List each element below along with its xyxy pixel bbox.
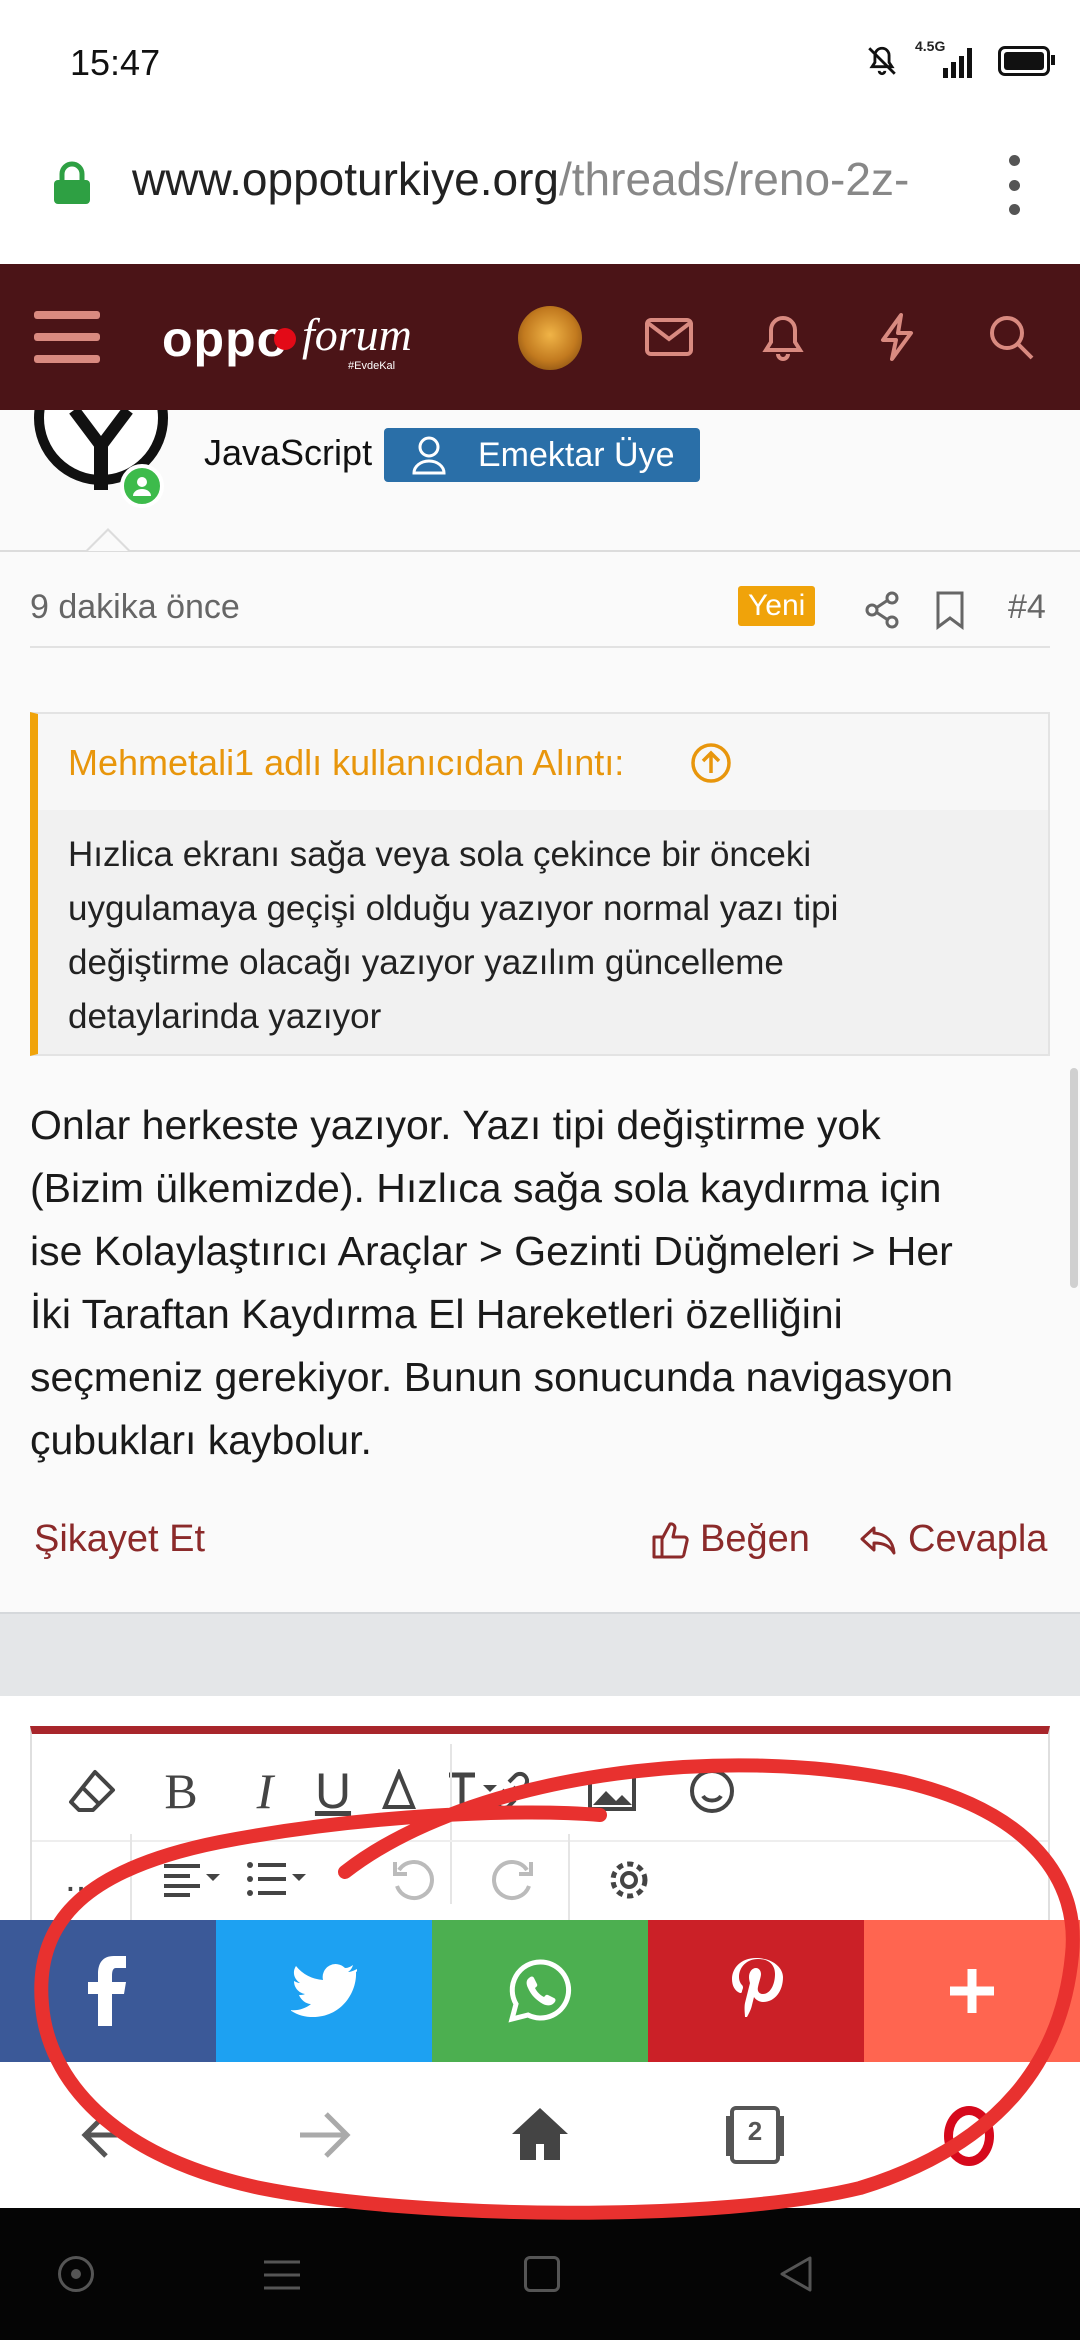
inbox-icon[interactable]	[634, 302, 704, 372]
bold-button[interactable]: B	[146, 1756, 216, 1826]
logo-text: oppo	[162, 311, 289, 367]
post-time[interactable]: 9 dakika önce	[30, 588, 240, 627]
underline-button[interactable]: U	[298, 1756, 368, 1826]
quote-author[interactable]: Mehmetali1 adlı kullanıcıdan Alıntı:	[68, 742, 624, 784]
role-badge-label: Emektar Üye	[478, 435, 675, 474]
battery-icon	[998, 46, 1055, 76]
arrow-up-circle-icon[interactable]	[690, 742, 732, 784]
report-button[interactable]: Şikayet Et	[34, 1518, 205, 1561]
home-icon[interactable]	[510, 2106, 570, 2162]
back-triangle-icon[interactable]	[776, 2254, 816, 2294]
like-button[interactable]: Beğen	[650, 1518, 810, 1561]
eraser-icon[interactable]	[52, 1756, 132, 1826]
quote-line: uygulamaya geçişi olduğu yazıyor normal …	[68, 889, 839, 928]
redo-icon[interactable]	[478, 1850, 548, 1910]
body-line: Onlar herkeste yazıyor. Yazı tipi değişt…	[30, 1102, 881, 1148]
quote-line: değiştirme olacağı yazıyor yazılım günce…	[68, 943, 784, 982]
list-icon[interactable]	[238, 1850, 318, 1910]
forum-header: oppo forum #EvdeKal	[0, 264, 1080, 410]
section-separator	[0, 1612, 1080, 1698]
browser-nav-bar: 2	[0, 2062, 1080, 2208]
italic-button[interactable]: I	[230, 1756, 300, 1826]
body-line: çubukları kaybolur.	[30, 1417, 372, 1463]
like-label: Beğen	[700, 1518, 810, 1560]
share-icon[interactable]	[862, 590, 902, 630]
quote-text: Hızlica ekranı sağa veya sola çekince bi…	[68, 828, 838, 1044]
post-number[interactable]: #4	[1008, 588, 1046, 627]
lock-icon	[54, 161, 90, 204]
user-avatar[interactable]	[518, 306, 582, 370]
whatsapp-icon	[508, 1959, 572, 2023]
logo-script: forum	[302, 309, 412, 360]
quote-header: Mehmetali1 adlı kullanıcıdan Alıntı:	[38, 714, 1048, 810]
reply-icon	[860, 1526, 896, 1554]
opera-menu-icon[interactable]	[944, 2106, 994, 2166]
share-whatsapp-button[interactable]	[432, 1920, 648, 2062]
menu-lines-icon[interactable]	[262, 2258, 302, 2292]
tabs-button[interactable]: 2	[720, 2104, 790, 2166]
undo-icon[interactable]	[378, 1850, 448, 1910]
body-line: (Bizim ülkemizde). Hızlıca sağa sola kay…	[30, 1165, 942, 1211]
assistant-circle-icon[interactable]	[58, 2256, 94, 2292]
clock: 15:47	[70, 42, 161, 83]
bell-icon[interactable]	[748, 302, 818, 372]
reply-label: Cevapla	[908, 1518, 1048, 1560]
link-icon[interactable]	[472, 1756, 552, 1826]
online-status-icon	[120, 464, 164, 508]
post-body: Onlar herkeste yazıyor. Yazı tipi değişt…	[30, 1094, 1060, 1472]
body-line: İki Taraftan Kaydırma El Hareketleri öze…	[30, 1291, 843, 1337]
share-bar	[0, 1920, 1080, 2062]
forward-arrow-icon[interactable]	[296, 2110, 352, 2160]
share-facebook-button[interactable]	[0, 1920, 216, 2062]
twitter-icon	[291, 1964, 357, 2017]
emoji-icon[interactable]	[672, 1756, 752, 1826]
url-text[interactable]: www.oppoturkiye.org/threads/reno-2z-	[132, 152, 962, 206]
hamburger-menu-icon[interactable]	[32, 302, 102, 372]
user-icon	[412, 436, 446, 475]
scrollbar[interactable]	[1070, 1068, 1078, 1288]
back-arrow-icon[interactable]	[80, 2110, 136, 2160]
more-options-button[interactable]: ...	[36, 1846, 126, 1912]
browser-menu-icon[interactable]	[1004, 155, 1024, 215]
tab-count: 2	[747, 2116, 763, 2146]
signal-icon: 4.5G	[915, 38, 972, 78]
post-meta: 9 dakika önce Yeni #4	[30, 550, 1050, 648]
network-type: 4.5G	[915, 38, 946, 54]
body-line: seçmeniz gerekiyor. Bunun sonucunda navi…	[30, 1354, 954, 1400]
quote-line: detaylarinda yazıyor	[68, 997, 382, 1036]
share-twitter-button[interactable]	[216, 1920, 432, 2062]
report-label: Şikayet Et	[34, 1518, 206, 1560]
author-signature: JavaScript	[204, 432, 373, 473]
text-color-icon[interactable]	[364, 1756, 434, 1826]
pinterest-icon	[732, 1958, 783, 2017]
image-icon[interactable]	[572, 1756, 652, 1826]
facebook-icon	[88, 1956, 126, 2026]
thumbs-up-icon	[652, 1521, 689, 1558]
align-icon[interactable]	[152, 1850, 232, 1910]
quote-block: Mehmetali1 adlı kullanıcıdan Alıntı: Hız…	[30, 712, 1050, 1056]
flag-icon	[274, 328, 296, 350]
logo-tag: #EvdeKal	[348, 360, 396, 372]
plus-icon	[950, 1969, 994, 2013]
body-line: ise Kolaylaştırıcı Araçlar > Gezinti Düğ…	[30, 1228, 953, 1274]
mute-icon	[868, 46, 896, 76]
search-icon[interactable]	[976, 302, 1046, 372]
lightning-icon[interactable]	[862, 302, 932, 372]
reply-button[interactable]: Cevapla	[858, 1518, 1047, 1561]
home-square-icon[interactable]	[524, 2256, 560, 2292]
settings-gear-icon[interactable]	[594, 1850, 664, 1910]
share-more-button[interactable]	[864, 1920, 1080, 2062]
share-pinterest-button[interactable]	[648, 1920, 864, 2062]
bookmark-icon[interactable]	[934, 590, 966, 630]
forum-logo[interactable]: oppo forum #EvdeKal	[162, 304, 412, 374]
system-nav-bar	[0, 2208, 1080, 2340]
role-badge: Emektar Üye	[384, 428, 700, 482]
reply-editor: B I U ...	[30, 1726, 1050, 1926]
status-icons: 4.5G	[865, 38, 1055, 78]
new-badge: Yeni	[738, 586, 816, 626]
quote-line: Hızlica ekranı sağa veya sola çekince bi…	[68, 835, 812, 874]
